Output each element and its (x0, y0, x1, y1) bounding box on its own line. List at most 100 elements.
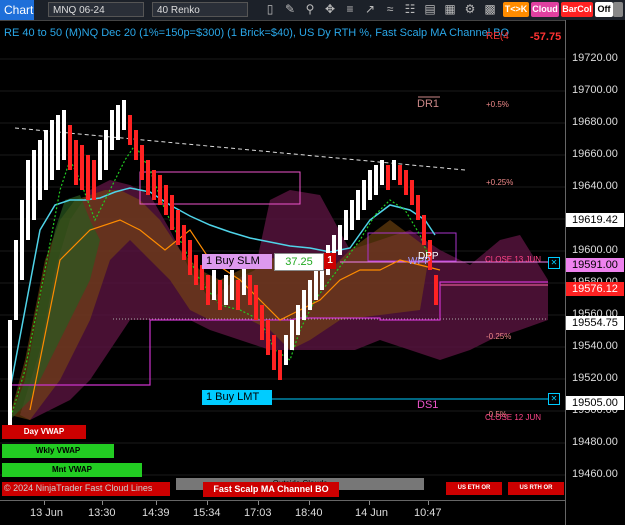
barcol-button[interactable]: BarCol (561, 2, 593, 17)
renko-brick-down (194, 255, 198, 285)
price-axis[interactable]: 19720.00 19700.00 19680.00 19660.00 19640.00… (565, 20, 625, 525)
properties-icon[interactable]: ≡ (342, 2, 358, 17)
renko-brick-down (134, 130, 138, 160)
chart-header: RE 40 to 50 (M)NQ Dec 20 (1%=150p=$300) … (4, 27, 510, 39)
tk-button[interactable]: T<>K (503, 2, 529, 17)
time-label: 10:47 (414, 507, 442, 519)
pct-plus-025: +0.25% (486, 178, 514, 187)
close-lmt-icon[interactable]: ✕ (548, 393, 560, 405)
renko-brick-down (188, 240, 192, 275)
renko-brick-down (146, 160, 150, 195)
pencil-icon[interactable]: ✎ (282, 2, 298, 17)
buy-slm-order[interactable]: 1 Buy SLM (202, 254, 272, 269)
time-label: 14 Jun (355, 507, 389, 519)
indicators-icon[interactable]: ≈ (382, 2, 398, 17)
renko-brick-down (92, 160, 96, 200)
renko-brick-up (104, 130, 108, 170)
renko-brick-up (290, 320, 294, 350)
price-marker: 19576.12 (566, 282, 624, 297)
zoom-icon[interactable]: ⚲ (302, 2, 318, 17)
renko-brick-up (308, 280, 312, 310)
price-tick-label: 19600.00 (572, 244, 618, 256)
renko-brick-up (32, 150, 36, 220)
renko-brick-down (80, 145, 84, 190)
toggle-switch[interactable] (613, 2, 623, 17)
price-tick-label: 19520.00 (572, 372, 618, 384)
price-marker: 19554.75 (566, 316, 624, 331)
toolbar: Chart MNQ 06-24 40 Renko ▯ ✎ ⚲ ✥ ≡ ↗ ≈ ☷… (0, 0, 625, 21)
renko-brick-up (302, 290, 306, 320)
renko-brick-down (434, 275, 438, 305)
renko-brick-up (344, 210, 348, 240)
dpp-label: DPP (418, 251, 439, 262)
price-tick-label: 19540.00 (572, 340, 618, 352)
slm-value[interactable]: 37.25 (274, 253, 324, 271)
renko-brick-up (38, 140, 42, 200)
layout-icon[interactable]: ▦ (442, 2, 458, 17)
close-slm-icon[interactable]: ✕ (548, 257, 560, 269)
time-tick (44, 501, 45, 505)
chart-canvas[interactable]: RE 40 to 50 (M)NQ Dec 20 (1%=150p=$300) … (0, 20, 565, 500)
close-12-label: CLOSE 12 JUN (485, 413, 542, 422)
time-label: 18:40 (295, 507, 323, 519)
renko-brick-up (338, 225, 342, 255)
renko-brick-up (56, 115, 60, 170)
renko-brick-up (296, 305, 300, 335)
time-label: 13:30 (88, 507, 116, 519)
renko-brick-down (266, 320, 270, 355)
pct-plus-05: +0.5% (486, 100, 509, 109)
renko-brick-down (86, 155, 90, 200)
grid-icon[interactable]: ▩ (482, 2, 498, 17)
price-tick-label: 19640.00 (572, 180, 618, 192)
renko-brick-up (20, 200, 24, 280)
renko-brick-up (368, 170, 372, 200)
renko-brick-up (356, 190, 360, 220)
renko-brick-down (206, 275, 210, 305)
renko-brick-down (278, 350, 282, 380)
renko-brick-up (62, 110, 66, 160)
instrument-selector[interactable]: MNQ 06-24 (48, 2, 144, 17)
pan-icon[interactable]: ✥ (322, 2, 338, 17)
time-axis[interactable]: 13 Jun 13:30 14:39 15:34 17:03 18:40 14 Jun 10:… (0, 500, 565, 525)
header-red-value: -57.75 (530, 31, 562, 43)
renko-brick-down (248, 275, 252, 305)
cloud-button[interactable]: Cloud (531, 2, 559, 17)
buy-lmt-order[interactable]: 1 Buy LMT (202, 390, 272, 405)
wkly-vwap-label: Wkly VWAP (2, 444, 114, 458)
renko-brick-down (404, 170, 408, 195)
time-tick (258, 501, 259, 505)
off-toggle[interactable]: Off (595, 2, 613, 17)
renko-brick-up (350, 200, 354, 230)
price-tick-label: 19680.00 (572, 116, 618, 128)
renko-brick-down (398, 165, 402, 185)
settings-icon[interactable]: ⚙ (462, 2, 478, 17)
strategies-icon[interactable]: ☷ (402, 2, 418, 17)
renko-brick-up (374, 165, 378, 195)
time-tick (156, 501, 157, 505)
renko-brick-down (260, 305, 264, 340)
renko-brick-down (182, 225, 186, 260)
renko-brick-up (44, 130, 48, 190)
renko-brick-up (110, 110, 114, 150)
draw-icon[interactable]: ↗ (362, 2, 378, 17)
time-tick (309, 501, 310, 505)
renko-brick-down (74, 140, 78, 185)
renko-brick-up (380, 160, 384, 185)
mnt-vwap-label: Mnt VWAP (2, 463, 142, 477)
bars-icon[interactable]: ▯ (262, 2, 278, 17)
header-red-prefix: RE(4 (486, 31, 509, 42)
time-tick (428, 501, 429, 505)
renko-brick-down (158, 175, 162, 205)
renko-brick-down (254, 285, 258, 320)
renko-brick-down (236, 280, 240, 310)
renko-brick-up (224, 275, 228, 305)
renko-brick-down (422, 215, 426, 245)
renko-brick-up (230, 270, 234, 300)
order-qty[interactable]: 1 (324, 253, 336, 269)
renko-brick-up (14, 240, 18, 320)
renko-brick-down (170, 195, 174, 230)
templates-icon[interactable]: ▤ (422, 2, 438, 17)
price-tick-label: 19700.00 (572, 84, 618, 96)
price-marker: 19591.00 (566, 258, 624, 273)
bar-type-selector[interactable]: 40 Renko (152, 2, 248, 17)
